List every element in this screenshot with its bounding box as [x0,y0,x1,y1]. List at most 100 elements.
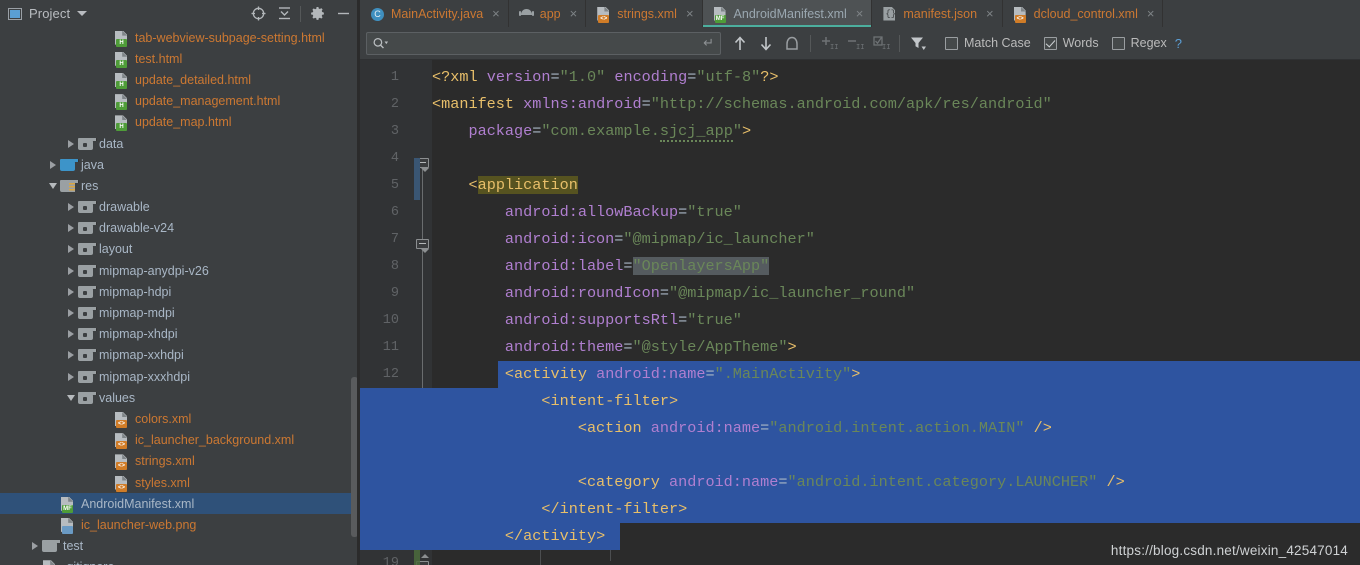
close-icon[interactable]: × [492,7,500,20]
fold-marker-application[interactable] [416,239,429,253]
tree-item[interactable]: Hupdate_management.html [0,91,360,112]
tree-item[interactable]: data [0,133,360,154]
tree-item[interactable]: Hupdate_map.html [0,112,360,133]
regex-checkbox[interactable]: Regex [1111,36,1167,50]
code-text-area[interactable]: <?xml version="1.0" encoding="utf-8"?> <m… [360,60,1360,565]
folder-icon [78,199,97,215]
code-line[interactable]: android:roundIcon="@mipmap/ic_launcher_r… [432,280,1360,307]
tree-item[interactable]: test [0,536,360,557]
editor-tab[interactable]: C MainActivity.java × [360,0,509,27]
chevron-right-icon[interactable] [64,281,78,302]
select-all-matches-icon[interactable] [779,30,805,56]
find-previous-icon[interactable] [727,30,753,56]
chevron-down-icon[interactable] [64,387,78,408]
code-line[interactable]: </activity> [360,523,1360,550]
settings-gear-icon[interactable] [304,1,330,27]
match-case-box[interactable] [945,36,958,50]
vcs-change-bar-modified[interactable] [414,158,420,200]
code-line[interactable]: android:icon="@mipmap/ic_launcher" [432,226,1360,253]
chevron-right-icon[interactable] [64,197,78,218]
regex-box[interactable] [1111,36,1125,50]
editor-tab[interactable]: <> strings.xml × [586,0,703,27]
close-icon[interactable]: × [686,7,694,20]
code-editor[interactable]: 12345678910111213141516171819 [360,60,1360,565]
tree-item[interactable]: mipmap-xhdpi [0,324,360,345]
locate-icon[interactable] [245,1,271,27]
tree-item[interactable]: ic_launcher-web.png [0,514,360,535]
close-icon[interactable]: × [856,7,864,20]
tree-item[interactable]: <> ic_launcher_background.xml [0,430,360,451]
tree-item[interactable]: mipmap-mdpi [0,302,360,323]
project-tool-window: Project H tab-webview-subpage-setting.ht… [0,0,360,565]
remove-occurrence-icon[interactable]: II [842,30,868,56]
code-line[interactable]: android:supportsRtl="true" [432,307,1360,334]
tree-item[interactable]: <> colors.xml [0,408,360,429]
tree-item[interactable]: Htest.html [0,48,360,69]
hide-panel-icon[interactable] [330,1,356,27]
chevron-right-icon[interactable] [46,154,60,175]
code-line[interactable]: <intent-filter> [360,388,1360,415]
code-line[interactable]: <activity android:name=".MainActivity"> [432,361,1360,388]
close-icon[interactable]: × [986,7,994,20]
search-input[interactable] [389,36,704,50]
code-line[interactable]: android:allowBackup="true" [432,199,1360,226]
editor-tab[interactable]: app × [509,0,587,27]
select-all-occurrences-icon[interactable]: II [868,30,894,56]
words-checkbox[interactable]: Words [1043,36,1099,50]
editor-tab[interactable]: <> dcloud_control.xml × [1003,0,1164,27]
match-case-checkbox[interactable]: Match Case [945,36,1031,50]
chevron-right-icon[interactable] [64,218,78,239]
tree-item[interactable]: mipmap-anydpi-v26 [0,260,360,281]
project-file-tree[interactable]: Htab-webview-subpage-setting.html Htest.h… [0,27,360,565]
tree-item[interactable]: <> strings.xml [0,451,360,472]
chevron-right-icon[interactable] [64,260,78,281]
code-line[interactable]: <application [432,172,1360,199]
find-next-icon[interactable] [753,30,779,56]
tree-item[interactable]: layout [0,239,360,260]
chevron-right-icon[interactable] [64,303,78,324]
code-line[interactable]: <action android:name="android.intent.act… [360,415,1360,442]
code-line[interactable] [432,145,1360,172]
tree-item[interactable]: mipmap-xxxhdpi [0,366,360,387]
filter-icon[interactable] [905,30,931,56]
tree-item[interactable]: <> styles.xml [0,472,360,493]
add-occurrence-icon[interactable]: II [816,30,842,56]
code-line[interactable]: android:theme="@style/AppTheme"> [432,334,1360,361]
words-box[interactable] [1043,36,1057,50]
tree-item[interactable]: drawable-v24 [0,218,360,239]
chevron-right-icon[interactable] [64,345,78,366]
close-icon[interactable]: × [1147,7,1155,20]
code-line[interactable] [360,442,1360,469]
tree-item[interactable]: java [0,154,360,175]
chevron-down-icon[interactable] [46,175,60,196]
chevron-down-icon[interactable] [77,11,88,16]
tree-item[interactable]: Htab-webview-subpage-setting.html [0,27,360,48]
tree-item-label: layout [99,242,133,257]
tree-item[interactable]: drawable [0,197,360,218]
chevron-right-icon[interactable] [64,366,78,387]
editor-tab[interactable]: {} manifest.json × [872,0,1003,27]
editor-tab[interactable]: MF AndroidManifest.xml × [702,0,873,27]
tree-item[interactable]: MF AndroidManifest.xml [0,493,360,515]
chevron-right-icon[interactable] [64,239,78,260]
code-line[interactable]: package="com.example.sjcj_app"> [432,118,1360,145]
code-line[interactable]: </intent-filter> [360,496,1360,523]
find-help-icon[interactable]: ? [1175,36,1182,51]
chevron-right-icon[interactable] [64,133,78,154]
tree-item[interactable]: values [0,387,360,408]
tree-item[interactable]: mipmap-hdpi [0,281,360,302]
code-line[interactable]: <category android:name="android.intent.c… [360,469,1360,496]
search-field[interactable]: ↵ [366,31,721,55]
tree-item[interactable]: mipmap-xxhdpi [0,345,360,366]
tree-item[interactable]: Hupdate_detailed.html [0,69,360,90]
chevron-right-icon[interactable] [28,536,42,557]
collapse-all-icon[interactable] [271,1,297,27]
close-icon[interactable]: × [570,7,578,20]
folder-icon [78,326,97,342]
chevron-right-icon[interactable] [64,324,78,345]
tree-item[interactable]: .gitignore [0,557,360,565]
tree-item[interactable]: res [0,175,360,196]
code-line[interactable]: android:label="OpenlayersApp" [432,253,1360,280]
code-line[interactable]: <manifest xmlns:android="http://schemas.… [432,91,1360,118]
code-line[interactable]: <?xml version="1.0" encoding="utf-8"?> [432,64,1360,91]
